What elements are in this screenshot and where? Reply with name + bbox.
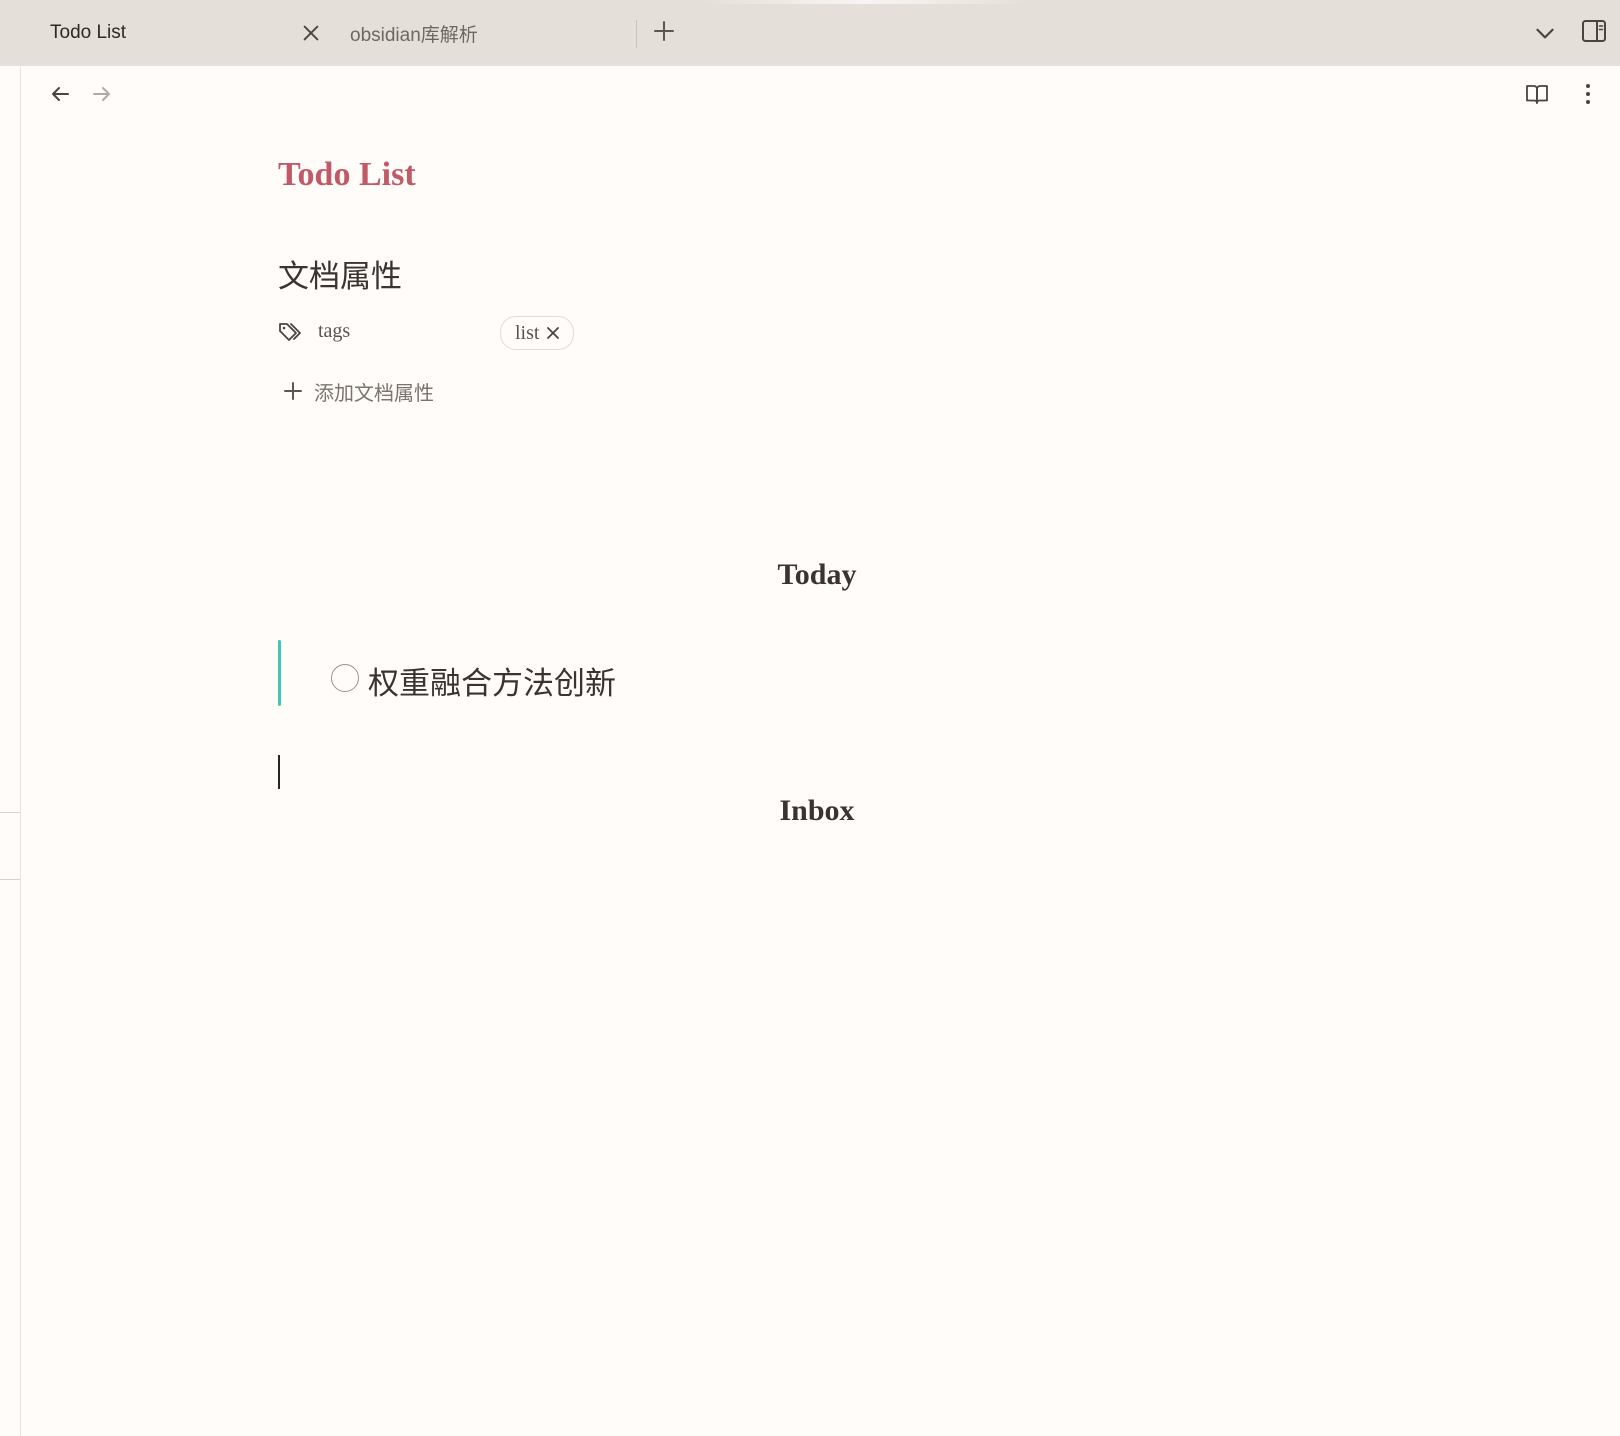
tab-title: Todo List [50, 22, 127, 43]
arrow-left-icon[interactable] [48, 82, 72, 106]
tab-todo-list[interactable]: Todo List [0, 0, 330, 66]
task-checkbox[interactable] [331, 664, 359, 692]
sidebar-right-icon[interactable] [1580, 17, 1608, 45]
close-icon[interactable] [545, 325, 561, 341]
callout-accent-bar [278, 640, 281, 706]
left-sidebar-edge [0, 66, 20, 1436]
chevron-down-icon[interactable] [1532, 20, 1558, 46]
section-heading-inbox[interactable]: Inbox [779, 794, 854, 828]
arrow-right-icon[interactable] [90, 82, 114, 106]
property-key[interactable]: tags [318, 320, 350, 343]
add-property-label: 添加文档属性 [314, 382, 434, 405]
more-vertical-icon[interactable] [1578, 81, 1598, 107]
text-cursor [278, 755, 280, 789]
book-open-icon[interactable] [1524, 81, 1550, 107]
add-property-button[interactable]: 添加文档属性 [282, 376, 434, 406]
tag-label: list [515, 321, 540, 344]
properties-heading[interactable]: 文档属性 [278, 251, 402, 296]
task-callout: 权重融合方法创新 [278, 640, 778, 706]
sidebar-border[interactable] [20, 66, 21, 1436]
divider [0, 812, 20, 813]
divider [0, 879, 20, 880]
task-text[interactable]: 权重融合方法创新 [368, 658, 616, 703]
plus-icon [284, 382, 302, 400]
tags-icon[interactable] [278, 320, 304, 344]
tag-pill[interactable]: list [500, 316, 575, 350]
close-icon[interactable] [300, 22, 322, 44]
page-title[interactable]: Todo List [278, 156, 416, 194]
plus-icon[interactable] [652, 19, 676, 43]
tab-title: obsidian库解析 [350, 24, 478, 46]
tab-divider [636, 20, 637, 48]
property-row-tags: tags list [278, 312, 598, 352]
tab-obsidian[interactable]: obsidian库解析 [330, 0, 636, 66]
tab-bar: Todo List obsidian库解析 [0, 0, 1620, 66]
tab-bar-glow [700, 0, 1030, 4]
section-heading-today[interactable]: Today [778, 558, 857, 592]
